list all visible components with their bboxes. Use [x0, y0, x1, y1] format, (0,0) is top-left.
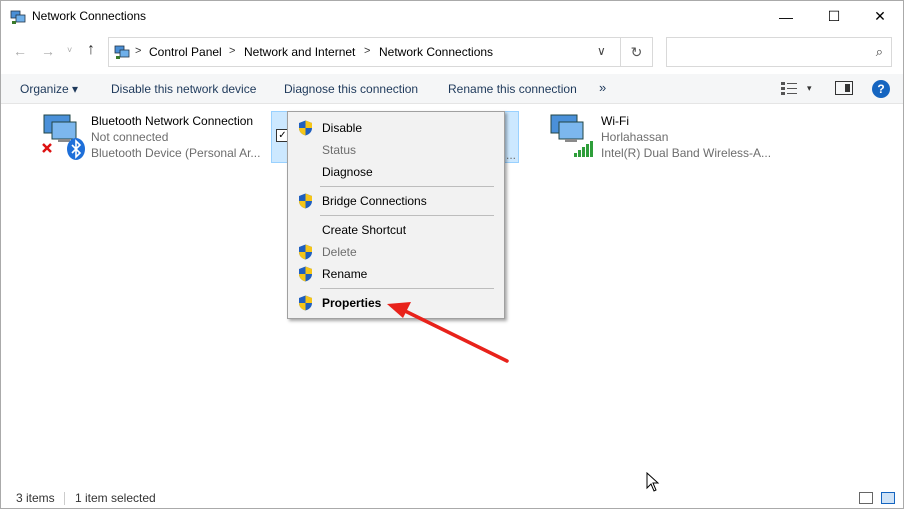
close-button[interactable]: ✕: [857, 1, 903, 32]
back-arrow-icon[interactable]: ←: [13, 43, 27, 59]
connection-item-bluetooth[interactable]: Bluetooth Network Connection Not connect…: [38, 111, 268, 163]
search-input[interactable]: ⌕: [666, 37, 892, 67]
selection-count: 1 item selected: [75, 491, 156, 505]
breadcrumb-separator-icon: >: [364, 45, 371, 57]
title-bar[interactable]: Network Connections — ☐ ✕: [1, 1, 903, 32]
connection-status: Not connected: [91, 130, 169, 144]
menu-item-diagnose[interactable]: Diagnose: [288, 161, 504, 183]
uac-shield-icon: [299, 120, 312, 136]
help-icon[interactable]: ?: [872, 80, 890, 98]
breadcrumb-network-connections[interactable]: Network Connections: [379, 45, 493, 59]
status-divider: [64, 492, 65, 505]
breadcrumb-separator-icon: >: [229, 45, 236, 57]
refresh-icon: ↻: [630, 43, 643, 60]
menu-separator: [320, 215, 494, 216]
mouse-cursor-icon: [646, 472, 660, 492]
connection-item-wifi[interactable]: Wi-Fi Horlahassan Intel(R) Dual Band Wir…: [548, 111, 788, 163]
more-commands-icon[interactable]: »: [599, 80, 606, 95]
disable-device-button[interactable]: Disable this network device: [111, 82, 256, 96]
menu-label: Create Shortcut: [322, 223, 407, 237]
menu-label: Diagnose: [322, 165, 373, 179]
breadcrumb-separator-icon: >: [135, 45, 142, 57]
window-title: Network Connections: [32, 9, 147, 23]
command-bar: Organize ▾ Disable this network device D…: [1, 74, 903, 104]
uac-shield-icon: [299, 295, 312, 311]
minimize-button[interactable]: —: [763, 1, 809, 32]
address-bar[interactable]: > Control Panel > Network and Internet >…: [108, 37, 621, 67]
maximize-button[interactable]: ☐: [811, 1, 857, 32]
details-view-icon[interactable]: [859, 492, 873, 504]
up-arrow-icon[interactable]: ↑: [87, 41, 95, 59]
uac-shield-icon: [299, 193, 312, 209]
bluetooth-icon: [67, 138, 85, 160]
menu-item-bridge-connections[interactable]: Bridge Connections: [288, 190, 504, 212]
menu-item-disable[interactable]: Disable: [288, 117, 504, 139]
menu-label: Status: [322, 143, 357, 157]
address-history-chevron-icon[interactable]: ∨: [597, 44, 606, 58]
rename-connection-button[interactable]: Rename this connection: [448, 82, 577, 96]
breadcrumb-control-panel[interactable]: Control Panel: [149, 45, 222, 59]
red-annotation-arrow-icon: [387, 302, 509, 363]
diagnose-connection-button[interactable]: Diagnose this connection: [284, 82, 418, 96]
menu-label: Rename: [322, 267, 368, 281]
uac-shield-icon: [299, 266, 312, 282]
connection-name: Wi-Fi: [601, 114, 629, 128]
menu-item-status: Status: [288, 139, 504, 161]
connection-device: Bluetooth Device (Personal Ar...: [91, 146, 261, 160]
menu-label: Properties: [322, 296, 382, 310]
connection-status: Horlahassan: [601, 130, 669, 144]
address-row: ← → ˅ ↑ > Control Panel > Network and In…: [1, 35, 903, 69]
uac-shield-icon: [299, 244, 312, 260]
control-panel-icon: [114, 45, 130, 59]
view-options-dropdown-icon[interactable]: ▾: [807, 83, 812, 94]
organize-button[interactable]: Organize ▾: [20, 82, 78, 96]
context-menu: Disable Status Diagnose Bridge Connectio…: [287, 111, 505, 319]
connection-device: Intel(R) Dual Band Wireless-A...: [601, 146, 772, 160]
network-connections-window: Network Connections — ☐ ✕ ← → ˅ ↑ > Cont…: [0, 0, 904, 509]
wifi-adapter-icon: [550, 114, 593, 157]
forward-arrow-icon[interactable]: →: [41, 43, 55, 59]
breadcrumb-network-and-internet[interactable]: Network and Internet: [244, 45, 355, 59]
menu-label: Delete: [322, 245, 357, 259]
menu-label: Bridge Connections: [322, 194, 427, 208]
search-icon: ⌕: [875, 44, 883, 59]
preview-pane-icon[interactable]: [835, 81, 853, 95]
menu-separator: [320, 186, 494, 187]
menu-item-rename[interactable]: Rename: [288, 263, 504, 285]
truncated-text: ...: [506, 148, 517, 162]
menu-separator: [320, 288, 494, 289]
menu-item-delete: Delete: [288, 241, 504, 263]
item-count: 3 items: [16, 491, 55, 505]
network-connections-icon: [10, 10, 26, 24]
menu-item-create-shortcut[interactable]: Create Shortcut: [288, 219, 504, 241]
recent-locations-dropdown-icon[interactable]: ˅: [67, 45, 72, 55]
connection-name: Bluetooth Network Connection: [91, 114, 254, 128]
refresh-button[interactable]: ↻: [621, 37, 653, 67]
menu-label: Disable: [322, 121, 363, 135]
change-view-icon[interactable]: [781, 81, 797, 95]
status-bar: 3 items 1 item selected: [1, 487, 903, 508]
large-icons-view-icon[interactable]: [881, 492, 895, 504]
